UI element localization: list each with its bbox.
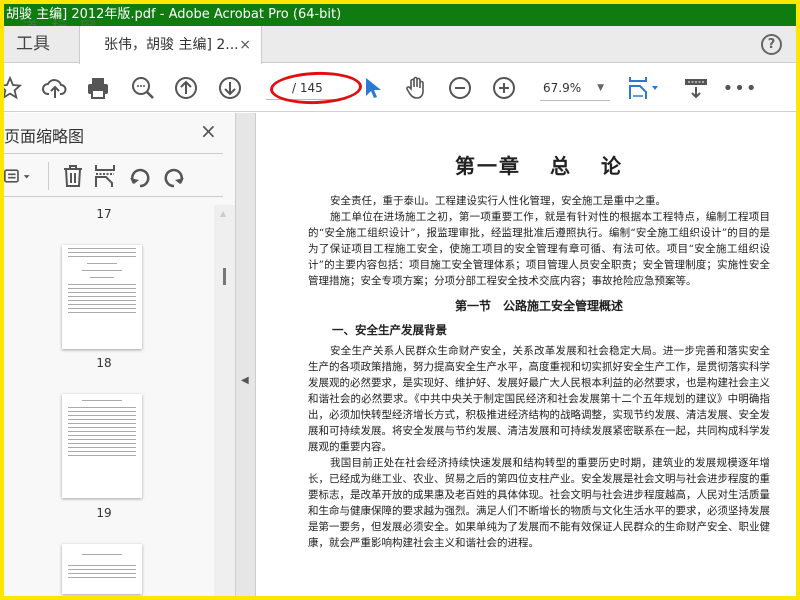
- thumbnail-label: 17: [96, 207, 112, 221]
- panel-title: 页面缩略图: [4, 127, 85, 146]
- chevron-down-icon: ▼: [597, 83, 604, 93]
- hand-tool-icon[interactable]: [402, 74, 430, 102]
- insert-page-icon[interactable]: [91, 162, 119, 190]
- thumbnail-scrollbar[interactable]: ▲: [214, 205, 235, 596]
- options-menu-icon[interactable]: [4, 162, 32, 190]
- toolbar: / 145 67.9% ▼ •••: [4, 64, 796, 112]
- zoom-in-icon[interactable]: [490, 74, 518, 102]
- collapse-arrow-icon: ◀: [241, 375, 249, 386]
- previous-page-icon[interactable]: [172, 74, 200, 102]
- delete-page-icon[interactable]: [59, 162, 87, 190]
- next-page-icon[interactable]: [216, 74, 244, 102]
- rotate-clockwise-icon[interactable]: [160, 162, 188, 190]
- thumbnail-label: 19: [96, 506, 112, 520]
- title-bar: 胡骏 主编] 2012年版.pdf - Adobe Acrobat Pro (6…: [4, 4, 796, 26]
- cloud-upload-icon[interactable]: [41, 74, 69, 102]
- paragraph: 施工单位在进场施工之初，第一项重要工作，就是有针对性的根据本工程特点，编制工程项…: [308, 211, 770, 287]
- page-thumbnail-19[interactable]: [62, 394, 142, 498]
- scroll-mode-icon[interactable]: [682, 74, 710, 102]
- paragraph: 我国目前正处在社会经济持续快速发展和结构转型的重要历史时期，建筑业的发展规模逐年…: [308, 457, 770, 549]
- tab-bar: 工具 张伟，胡骏 主编] 2... × ?: [4, 26, 796, 64]
- more-options-icon[interactable]: •••: [723, 74, 757, 102]
- section-title: 第一节 公路施工安全管理概述: [454, 299, 623, 313]
- bookmark-star-icon[interactable]: [4, 74, 24, 102]
- page-thumbnails-panel: 页面缩略图 × 17 18 19 ▲: [4, 113, 235, 596]
- fit-page-width-icon[interactable]: [626, 74, 666, 102]
- paragraph: 安全责任，重于泰山。工程建设实行人性化管理，安全施工是重中之重。: [330, 195, 666, 207]
- close-panel-icon[interactable]: ×: [200, 119, 217, 143]
- tab-tools[interactable]: 工具: [4, 26, 79, 63]
- thumbnail-toolbar: [4, 153, 223, 197]
- tab-document[interactable]: 张伟，胡骏 主编] 2... ×: [79, 26, 262, 64]
- zoom-value: 67.9%: [543, 81, 582, 95]
- help-icon[interactable]: ?: [761, 34, 782, 55]
- zoom-level-dropdown[interactable]: 67.9% ▼: [540, 76, 610, 101]
- collapse-panel-handle[interactable]: ◀: [235, 113, 255, 596]
- select-cursor-icon[interactable]: [358, 74, 386, 102]
- document-view: 第一章 总 论 安全责任，重于泰山。工程建设实行人性化管理，安全施工是重中之重。…: [255, 113, 796, 596]
- print-icon[interactable]: [84, 74, 112, 102]
- page-thumbnail-18[interactable]: [62, 245, 142, 349]
- tab-document-label: 张伟，胡骏 主编] 2...: [104, 37, 239, 53]
- rotate-counterclockwise-icon[interactable]: [126, 162, 154, 190]
- chapter-title: 第一章 总 论: [455, 154, 623, 178]
- thumbnail-label: 18: [96, 356, 112, 370]
- page-thumbnail-20[interactable]: [62, 544, 142, 594]
- zoom-search-icon[interactable]: [129, 74, 157, 102]
- subsection-title: 一、安全生产发展背景: [332, 323, 447, 337]
- zoom-out-icon[interactable]: [446, 74, 474, 102]
- scrollbar-thumb[interactable]: [223, 268, 226, 285]
- paragraph: 安全生产关系人民群众生命财产安全，关系改革发展和社会稳定大局。进一步完善和落实安…: [308, 345, 770, 453]
- close-tab-icon[interactable]: ×: [239, 26, 251, 64]
- acrobat-window: 胡骏 主编] 2012年版.pdf - Adobe Acrobat Pro (6…: [4, 4, 796, 596]
